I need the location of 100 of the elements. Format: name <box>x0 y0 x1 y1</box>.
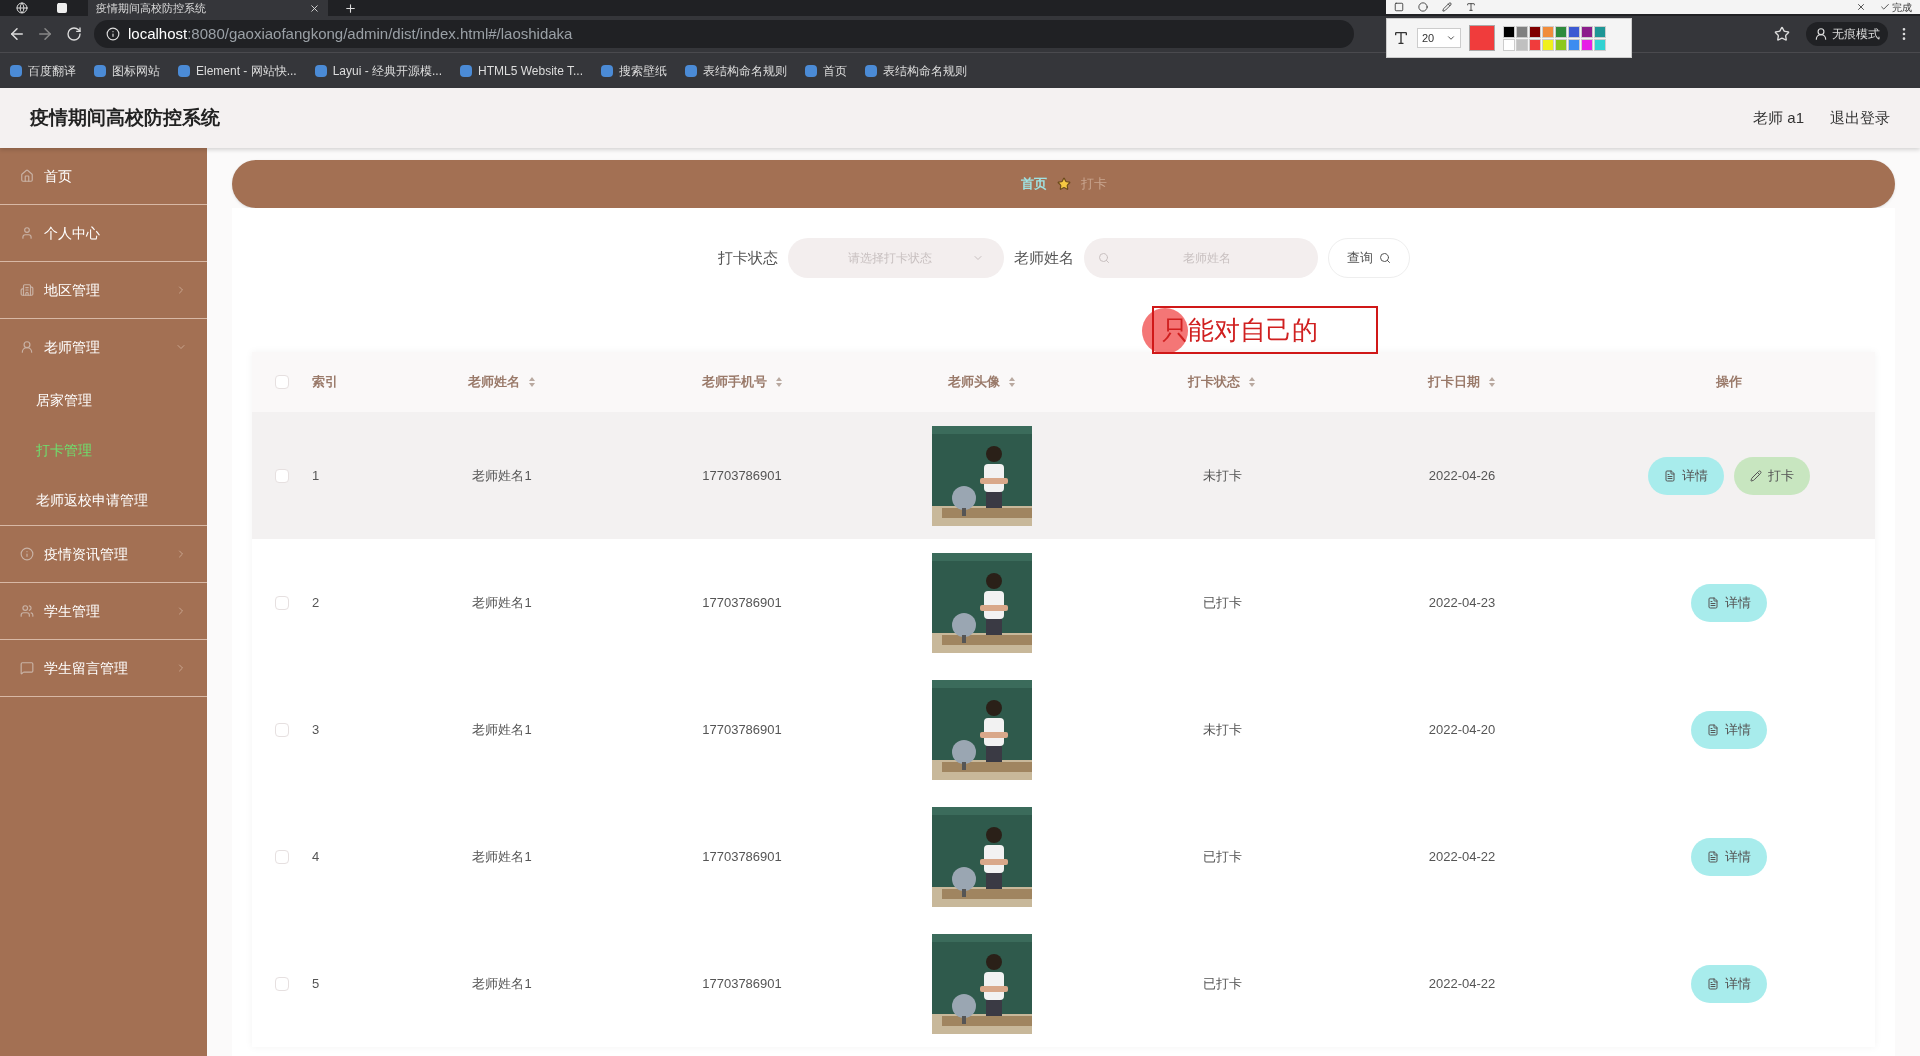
menu-item-icon <box>20 604 34 618</box>
close-icon[interactable] <box>1856 2 1866 12</box>
rectangle-tool-icon[interactable] <box>1394 2 1404 12</box>
bookmark-item[interactable]: 搜索壁纸 <box>601 61 667 80</box>
sidebar-menu-item[interactable]: 首页 <box>0 148 207 204</box>
font-size-icon <box>1393 30 1409 46</box>
color-swatch[interactable] <box>1594 25 1606 38</box>
favicon-icon <box>10 64 22 77</box>
column-header[interactable]: 老师头像 <box>948 372 1016 392</box>
color-swatch[interactable] <box>1542 38 1554 51</box>
document-icon <box>1706 850 1719 863</box>
table-cell-text: 2022-04-20 <box>1428 720 1496 739</box>
breadcrumb-current: 打卡 <box>1080 175 1107 194</box>
table-cell: 5 <box>312 975 320 991</box>
sort-icon <box>774 376 783 388</box>
table-cell-text: 老师姓名1 <box>472 720 532 739</box>
font-size-select[interactable]: 20 <box>1417 28 1461 48</box>
search-button[interactable]: 查询 <box>1327 238 1410 278</box>
color-swatch[interactable] <box>1503 25 1515 38</box>
sidebar-submenu-item[interactable]: 老师返校申请管理 <box>0 475 207 525</box>
new-tab-icon[interactable] <box>344 1 357 15</box>
bookmark-item[interactable]: 图标网站 <box>94 61 160 80</box>
forward-icon[interactable] <box>36 25 54 43</box>
column-header[interactable]: 打卡状态 <box>1188 372 1256 392</box>
detail-button[interactable]: 详情 <box>1690 710 1767 749</box>
color-swatch[interactable] <box>1542 25 1554 38</box>
detail-button[interactable]: 详情 <box>1690 964 1767 1003</box>
color-swatch[interactable] <box>1581 38 1593 51</box>
text-tool-icon[interactable] <box>1466 2 1476 12</box>
bookmark-item[interactable]: 首页 <box>805 61 847 80</box>
table-cell-text: 已打卡 <box>1202 974 1242 993</box>
color-swatch[interactable] <box>1516 38 1528 51</box>
column-header: 索引 <box>312 373 338 392</box>
color-swatch[interactable] <box>1581 25 1593 38</box>
color-swatch[interactable] <box>1555 38 1567 51</box>
incognito-badge[interactable]: 无痕模式 <box>1806 22 1888 46</box>
pencil-tool-icon[interactable] <box>1442 2 1452 12</box>
color-swatch[interactable] <box>1594 38 1606 51</box>
logout-link[interactable]: 退出登录 <box>1830 106 1890 130</box>
color-swatch[interactable] <box>1529 25 1541 38</box>
bookmark-item[interactable]: Element - 网站快... <box>178 61 297 80</box>
row-checkbox[interactable] <box>275 976 289 991</box>
sidebar-menu-item[interactable]: 地区管理 <box>0 262 207 318</box>
row-checkbox[interactable] <box>275 849 289 864</box>
window-icon[interactable] <box>56 2 68 14</box>
detail-button[interactable]: 详情 <box>1690 583 1767 622</box>
sidebar-menu-item[interactable]: 学生管理 <box>0 583 207 639</box>
bookmark-item[interactable]: 百度翻译 <box>10 61 76 80</box>
bookmark-item[interactable]: 表结构命名规则 <box>865 61 967 80</box>
sidebar-menu-item[interactable]: 疫情资讯管理 <box>0 526 207 582</box>
column-header[interactable]: 老师姓名 <box>468 372 536 392</box>
done-button[interactable]: 完成 <box>1880 0 1912 15</box>
row-checkbox[interactable] <box>275 468 289 483</box>
close-icon[interactable] <box>309 2 320 14</box>
filter-label: 打卡状态 <box>717 247 778 268</box>
column-header: 操作 <box>1715 373 1742 392</box>
column-header[interactable]: 打卡日期 <box>1428 372 1496 392</box>
bookmark-star-icon[interactable] <box>1774 26 1790 42</box>
ellipse-tool-icon[interactable] <box>1418 2 1428 12</box>
document-icon <box>1706 977 1719 990</box>
color-swatch[interactable] <box>1555 25 1567 38</box>
sidebar-menu-item[interactable]: 老师管理 <box>0 319 207 375</box>
favicon-icon <box>685 64 697 77</box>
select-all-checkbox[interactable] <box>275 375 289 389</box>
row-checkbox[interactable] <box>275 722 289 737</box>
color-swatch[interactable] <box>1568 25 1580 38</box>
sort-icon <box>1488 376 1496 388</box>
sidebar-menu-item[interactable]: 个人中心 <box>0 205 207 261</box>
favicon-icon <box>94 64 106 77</box>
table-cell-text: 未打卡 <box>1202 720 1242 739</box>
sort-icon <box>528 376 536 388</box>
row-checkbox[interactable] <box>275 595 289 610</box>
sidebar-submenu-item[interactable]: 居家管理 <box>0 375 207 425</box>
table-cell-text: 老师姓名1 <box>472 847 532 866</box>
address-field[interactable]: localhost:8080/gaoxiaofangkong/admin/dist/index.html#/laoshidaka <box>94 20 1354 48</box>
bookmark-item[interactable]: Layui - 经典开源模... <box>314 61 443 80</box>
table-cell-text: 2022-04-22 <box>1428 847 1496 866</box>
url-text: localhost:8080/gaoxiaofangkong/admin/dist/index.html#/laoshidaka <box>128 23 573 44</box>
search-icon <box>1378 252 1391 264</box>
detail-button[interactable]: 详情 <box>1647 456 1724 495</box>
check-in-button[interactable]: 打卡 <box>1733 456 1810 495</box>
table-cell-text: 17703786901 <box>702 593 782 612</box>
bookmark-item[interactable]: 表结构命名规则 <box>685 61 787 80</box>
globe-icon[interactable] <box>16 2 28 14</box>
current-color-swatch[interactable] <box>1469 25 1495 51</box>
sidebar-menu-item[interactable]: 学生留言管理 <box>0 640 207 696</box>
detail-button[interactable]: 详情 <box>1690 837 1767 876</box>
color-swatch[interactable] <box>1568 38 1580 51</box>
table-cell-text: 已打卡 <box>1202 593 1242 612</box>
menu-item-icon <box>20 547 34 561</box>
reload-icon[interactable] <box>66 26 82 42</box>
bookmark-item[interactable]: HTML5 Website T... <box>460 61 583 80</box>
table-cell-text: 17703786901 <box>702 974 782 993</box>
back-icon[interactable] <box>8 25 26 43</box>
column-header[interactable]: 老师手机号 <box>701 372 783 392</box>
browser-tab[interactable]: 疫情期间高校防控系统 <box>88 0 328 16</box>
table-cell-text: 老师姓名1 <box>472 466 532 485</box>
color-swatch[interactable] <box>1529 38 1541 51</box>
color-swatch[interactable] <box>1516 25 1528 38</box>
color-swatch[interactable] <box>1503 38 1515 51</box>
